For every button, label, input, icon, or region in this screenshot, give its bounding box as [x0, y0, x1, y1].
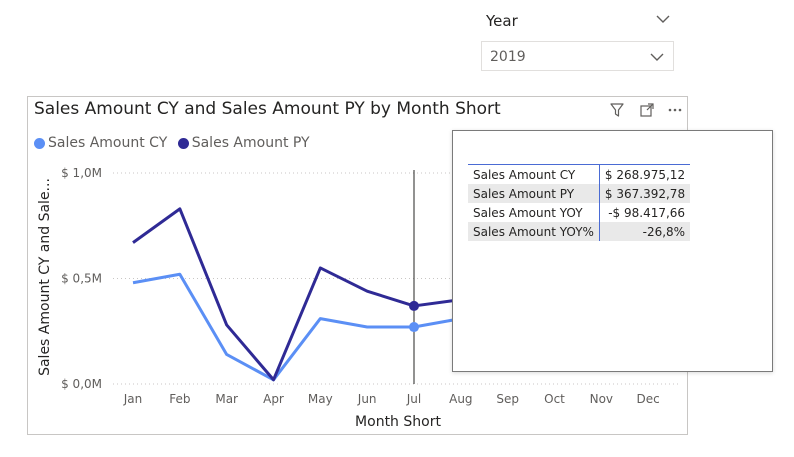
data-point-cy [409, 322, 419, 333]
x-tick-label: Jun [357, 392, 377, 406]
tooltip-value: -26,8% [599, 222, 691, 241]
x-tick-label: Sep [496, 392, 519, 406]
tooltip-label: Sales Amount YOY [468, 203, 600, 222]
x-tick-label: May [308, 392, 333, 406]
legend-item-py[interactable]: Sales Amount PY [177, 135, 310, 151]
focus-mode-icon[interactable] [638, 101, 656, 119]
year-dropdown[interactable]: 2019 [481, 41, 674, 71]
y-axis-title: Sales Amount CY and Sale... [37, 178, 53, 376]
chevron-down-icon[interactable] [655, 12, 671, 26]
chart-title: Sales Amount CY and Sales Amount PY by M… [34, 99, 501, 119]
tooltip-row: Sales Amount PY $ 367.392,78 [468, 184, 691, 203]
y-tick-label: $ 0,0M [61, 377, 102, 391]
tooltip-table: Sales Amount CY $ 268.975,12 Sales Amoun… [468, 164, 691, 241]
x-tick-label: Aug [449, 392, 472, 406]
x-tick-label: Oct [544, 392, 565, 406]
chart-legend: Sales Amount CY Sales Amount PY [34, 135, 316, 153]
more-options-icon[interactable] [666, 101, 684, 119]
chart-tooltip: Sales Amount CY $ 268.975,12 Sales Amoun… [452, 130, 773, 372]
legend-label-py: Sales Amount PY [191, 135, 310, 151]
tooltip-value: $ 268.975,12 [599, 164, 691, 184]
tooltip-label: Sales Amount CY [468, 164, 600, 184]
tooltip-row: Sales Amount YOY% -26,8% [468, 222, 691, 241]
legend-marker-cy [34, 137, 45, 149]
tooltip-label: Sales Amount YOY% [468, 222, 600, 241]
legend-marker-py [177, 137, 189, 149]
legend-label-cy: Sales Amount CY [48, 135, 168, 151]
y-tick-label: $ 0,5M [61, 272, 102, 286]
data-point-py [409, 300, 419, 311]
x-axis-title: Month Short [355, 414, 441, 430]
y-tick-label: $ 1,0M [61, 166, 102, 180]
year-slicer-title: Year [486, 12, 518, 30]
tooltip-label: Sales Amount PY [468, 184, 600, 203]
tooltip-row: Sales Amount YOY -$ 98.417,66 [468, 203, 690, 222]
x-tick-label: Nov [590, 392, 613, 406]
x-tick-label: Apr [263, 392, 284, 406]
filter-icon[interactable] [608, 101, 626, 119]
legend-item-cy[interactable]: Sales Amount CY [34, 135, 167, 151]
tooltip-value: $ 367.392,78 [599, 184, 691, 203]
year-dropdown-value: 2019 [490, 49, 526, 65]
x-tick-label: Dec [637, 392, 660, 406]
x-tick-label: Feb [169, 392, 190, 406]
chevron-down-icon [650, 53, 664, 61]
series-line-py [132, 207, 462, 382]
x-tick-label: Jul [406, 392, 421, 406]
x-tick-label: Jan [123, 392, 143, 406]
tooltip-row: Sales Amount CY $ 268.975,12 [468, 164, 691, 184]
x-tick-label: Mar [215, 392, 238, 406]
tooltip-value: -$ 98.417,66 [608, 205, 686, 220]
